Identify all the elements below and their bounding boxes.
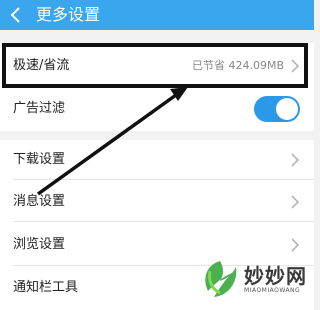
watermark-title: 妙妙网 <box>244 264 307 288</box>
watermark-logo: 妙妙网 MIAOMIAOWANG <box>200 254 312 304</box>
watermark-subtitle: MIAOMIAOWANG <box>244 287 301 294</box>
leaf-logo-icon <box>205 261 237 297</box>
